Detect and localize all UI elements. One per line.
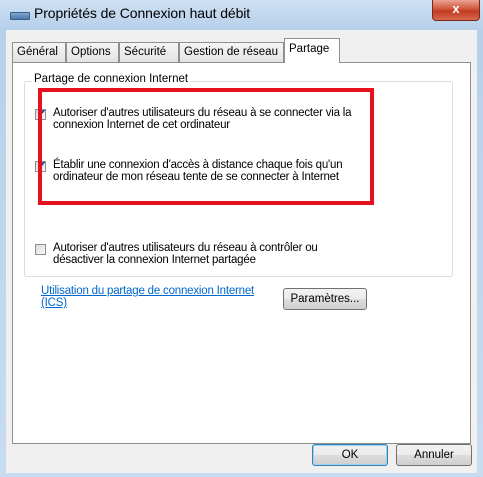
settings-button[interactable]: Paramètres...	[283, 288, 367, 310]
groupbox-title: Partage de connexion Internet	[32, 73, 191, 85]
tab-gestion-reseau[interactable]: Gestion de réseau	[179, 42, 284, 62]
tab-securite[interactable]: Sécurité	[119, 42, 179, 62]
network-connection-icon	[10, 12, 30, 20]
tab-options[interactable]: Options	[66, 42, 119, 62]
checkbox-label-allow-control: Autoriser d'autres utilisateurs du résea…	[53, 242, 318, 266]
ics-help-link[interactable]: Utilisation du partage de connexion Inte…	[41, 285, 273, 309]
dialog-window: Propriétés de Connexion haut débit x Gén…	[0, 0, 483, 477]
tab-partage[interactable]: Partage	[284, 38, 340, 63]
checkbox-allow-control[interactable]	[35, 244, 46, 255]
close-button[interactable]: x	[432, 0, 480, 21]
cancel-button[interactable]: Annuler	[396, 444, 472, 466]
ok-button[interactable]: OK	[312, 444, 388, 466]
highlight-box	[38, 88, 374, 205]
title-bar[interactable]: Propriétés de Connexion haut débit x	[0, 0, 483, 28]
close-icon: x	[452, 1, 460, 16]
window-title: Propriétés de Connexion haut débit	[34, 5, 251, 21]
tab-general[interactable]: Général	[12, 42, 66, 62]
